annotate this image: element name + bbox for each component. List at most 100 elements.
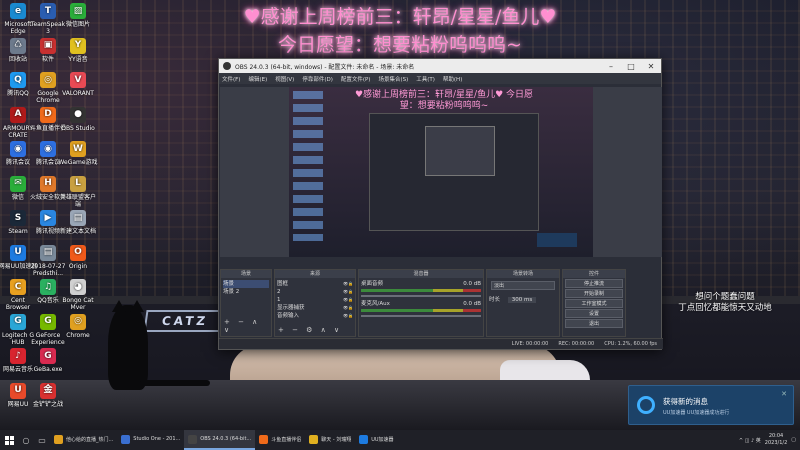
windows-logo-icon	[4, 435, 14, 445]
app-icon: U	[10, 382, 26, 399]
visibility-lock-icon[interactable]: 👁🔒	[343, 312, 353, 320]
app-icon: ▶	[40, 210, 56, 226]
scenes-title: 场景	[221, 270, 271, 278]
desktop-icon[interactable]: V VALORANT	[58, 72, 98, 97]
menu-item[interactable]: 编辑(E)	[248, 75, 267, 83]
taskbar-task[interactable]: Studio One - 201...	[117, 430, 184, 450]
menu-item[interactable]: 文件(F)	[222, 75, 240, 83]
desktop-icon[interactable]: ▤ 新建文本文档	[58, 210, 98, 235]
menu-item[interactable]: 视图(V)	[275, 75, 294, 83]
app-icon: L	[70, 175, 86, 192]
menu-item[interactable]: 配置文件(P)	[341, 75, 371, 83]
source-item[interactable]: 2 👁🔒	[277, 288, 353, 296]
preview-notification	[537, 233, 577, 247]
clock[interactable]: 20:04 2023/1/2	[765, 433, 787, 447]
close-icon[interactable]: ✕	[781, 390, 787, 398]
app-icon: U	[10, 244, 26, 261]
desktop-icon[interactable]: ▨ 微信图片	[58, 3, 98, 28]
app-icon: G	[40, 348, 56, 364]
task-view-icon[interactable]: ▭	[34, 430, 50, 450]
desktop-icon-label: 微信图片	[65, 21, 90, 28]
source-item[interactable]: 图框 👁🔒	[277, 280, 353, 288]
cat-ear	[112, 300, 126, 312]
tray-icons[interactable]: ^ ◫ ♪ 英	[739, 437, 761, 444]
app-icon: ✉	[10, 175, 26, 192]
control-button[interactable]: 停止推流	[565, 279, 623, 288]
sources-title: 来源	[275, 270, 355, 278]
obs-logo-icon	[223, 62, 231, 70]
transition-select[interactable]: 淡出	[491, 281, 555, 290]
duration-label: 时长	[489, 297, 501, 303]
channel-db: 0.0 dB	[463, 281, 481, 287]
controls-list: 停止推流 开始录制 工作室模式 设置 退出	[563, 279, 625, 328]
mixer-list: 桌面音频 0.0 dB 麦克风/Aux 0.0 dB	[359, 278, 483, 322]
obs-window[interactable]: OBS 24.0.3 (64-bit, windows) - 配置文件: 未命名…	[218, 58, 663, 350]
controls-dock: 控件 停止推流 开始录制 工作室模式 设置 退出	[562, 269, 626, 337]
visibility-lock-icon[interactable]: 👁🔒	[343, 304, 353, 312]
taskbar-task[interactable]: 聊天 - 刘瑞翔	[305, 430, 355, 450]
app-icon	[121, 434, 131, 444]
source-label: 2	[277, 289, 281, 295]
visibility-lock-icon[interactable]: 👁🔒	[343, 280, 353, 288]
source-item[interactable]: 显示器捕获 👁🔒	[277, 304, 353, 312]
scene-item[interactable]: 场景 2	[223, 288, 269, 296]
system-tray: ^ ◫ ♪ 英 20:04 2023/1/2 ▢	[739, 433, 800, 447]
notification-center-icon[interactable]: ▢	[791, 437, 796, 443]
clock-date: 2023/1/2	[764, 440, 788, 446]
control-button[interactable]: 工作室模式	[565, 299, 623, 308]
control-button[interactable]: 退出	[565, 319, 623, 328]
desktop-icon[interactable]: 金金铲铲之战	[28, 382, 68, 408]
obs-titlebar[interactable]: OBS 24.0.3 (64-bit, windows) - 配置文件: 未命名…	[219, 59, 661, 73]
app-icon	[259, 434, 269, 444]
sources-toolbar[interactable]: + − ⚙ ∧ ∨	[278, 326, 342, 334]
control-button[interactable]: 开始录制	[565, 289, 623, 298]
taskbar-task[interactable]: OBS 24.0.3 (64-bit...	[184, 430, 256, 450]
desktop-icon[interactable]: ● OBS Studio	[58, 106, 98, 132]
maximize-icon[interactable]: □	[621, 62, 641, 71]
volume-slider[interactable]	[361, 295, 481, 297]
taskbar-task[interactable]: 他心给的直播_热门...	[50, 430, 117, 450]
menu-item[interactable]: 停靠部件(D)	[302, 75, 333, 83]
channel-name: 麦克风/Aux	[361, 301, 390, 307]
obs-preview[interactable]: ♥感谢上周榜前三：轩昂/星星/鱼儿♥ 今日愿望：想要粘粉呜呜呜~	[289, 87, 593, 257]
uu-accelerator-icon	[637, 396, 655, 414]
close-icon[interactable]: ✕	[641, 62, 661, 71]
app-icon: C	[10, 279, 26, 295]
desktop-icon[interactable]: W WeGame游戏	[58, 141, 98, 166]
source-label: 音频输入	[277, 313, 300, 319]
app-icon	[54, 434, 63, 444]
search-icon[interactable]: ○	[18, 430, 34, 450]
source-item[interactable]: 1 👁🔒	[277, 296, 353, 304]
scenes-toolbar[interactable]: + − ∧ ∨	[224, 318, 271, 334]
transitions-dock: 场景转场 淡出 时长 300 ms	[486, 269, 560, 337]
menu-item[interactable]: 帮助(H)	[443, 75, 462, 83]
scene-item[interactable]: 场景	[223, 280, 269, 288]
toast-notification[interactable]: 获得新的消息 UU加速器 UU加速器成功进行 ✕	[628, 385, 794, 425]
visibility-lock-icon[interactable]: 👁🔒	[343, 296, 353, 304]
minimize-icon[interactable]: –	[601, 62, 621, 71]
menu-item[interactable]: 场景集合(S)	[378, 75, 408, 83]
duration-input[interactable]: 300 ms	[507, 297, 537, 303]
source-item[interactable]: 音频输入 👁🔒	[277, 312, 353, 320]
desktop-icon-label: OBS Studio	[61, 124, 95, 132]
app-icon: ▨	[70, 3, 86, 19]
menu-item[interactable]: 工具(T)	[416, 75, 435, 83]
start-button[interactable]	[0, 430, 18, 450]
desktop-icon[interactable]: ◎ Chrome	[58, 313, 98, 339]
preview-nested-obs	[369, 113, 539, 231]
obs-menubar: 文件(F) 编辑(E) 视图(V) 停靠部件(D) 配置文件(P) 场景集合(S) 工具(T…	[219, 73, 661, 84]
desktop-icon[interactable]: Y YY语音	[58, 37, 98, 63]
task-label: OBS 24.0.3 (64-bit...	[200, 436, 252, 442]
control-button[interactable]: 设置	[565, 309, 623, 318]
app-icon: V	[70, 72, 86, 88]
taskbar-task[interactable]: 斗鱼直播伴侣	[255, 430, 305, 450]
desktop-icon[interactable]: ◕ Bongo Cat Mver	[58, 279, 98, 311]
cat-silhouette	[108, 305, 148, 390]
visibility-lock-icon[interactable]: 👁🔒	[343, 288, 353, 296]
desktop-icon[interactable]: L 英雄联盟客户端	[58, 175, 98, 208]
taskbar-task[interactable]: UU加速器	[355, 430, 397, 450]
desktop-icon-label: YY语音	[68, 55, 88, 63]
desktop-icon[interactable]: O Origin	[58, 244, 98, 270]
volume-slider[interactable]	[361, 315, 481, 317]
desktop-icon[interactable]: G GeBa.exe	[28, 348, 68, 373]
